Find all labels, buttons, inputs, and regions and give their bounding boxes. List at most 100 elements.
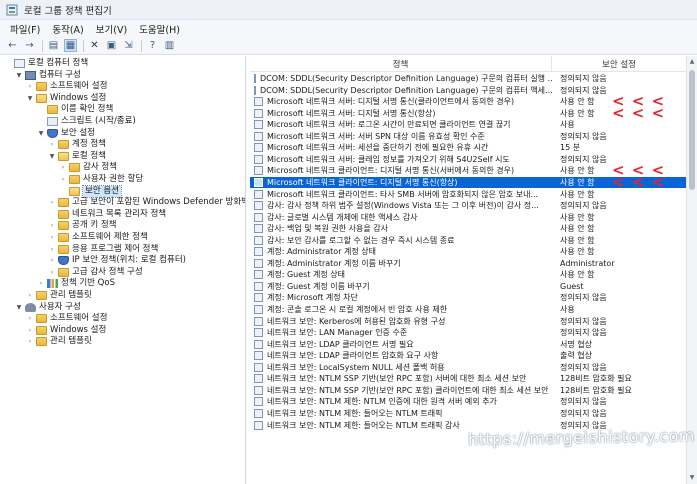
export-icon[interactable]: ⇲ — [122, 39, 135, 52]
security-setting-value: 정의되지 않음 — [560, 397, 607, 407]
tree-item[interactable]: › 관리 템플릿 — [26, 336, 92, 347]
column-header-setting[interactable]: 보안 설정 — [552, 56, 686, 72]
security-setting-value: 정의되지 않음 — [560, 328, 607, 338]
expand-toggle-icon[interactable]: › — [59, 162, 67, 173]
expand-toggle-icon[interactable]: › — [37, 278, 45, 289]
menu-action[interactable]: 동작(A) — [46, 22, 89, 36]
expand-toggle-icon[interactable]: › — [59, 174, 67, 185]
policy-item-icon — [254, 305, 263, 314]
tree-item[interactable]: › 관리 템플릿 — [26, 290, 92, 301]
policy-row[interactable]: 계정: 콘솔 로그온 시 로컬 계정에서 빈 암호 사용 제한 사용 — [250, 304, 686, 315]
tree-item[interactable]: › 응용 프로그램 제어 정책 — [48, 244, 158, 255]
folder-icon — [36, 325, 47, 335]
expand-toggle-icon[interactable]: › — [48, 220, 56, 231]
policy-row[interactable]: 감사: 감사 정책 하위 범주 설정(Windows Vista 또는 그 이후… — [250, 200, 686, 211]
tree-item[interactable]: 네트워크 목록 관리자 정책 — [48, 209, 166, 220]
folder-open-icon — [36, 93, 47, 103]
policy-row[interactable]: Microsoft 네트워크 서버: 세션을 중단하기 전에 필요한 유휴 시간… — [250, 142, 686, 153]
policy-row[interactable]: 계정: Microsoft 계정 차단 정의되지 않음 — [250, 292, 686, 303]
policy-row[interactable]: 네트워크 보안: LDAP 클라이언트 암호화 요구 사항 출력 협상 — [250, 350, 686, 361]
expand-toggle-icon[interactable]: ▼ — [37, 128, 45, 139]
policy-row[interactable]: DCOM: SDDL(Security Descriptor Definitio… — [250, 73, 686, 84]
tree-item-label: 고급 보안이 포함된 Windows Defender 방화벽 — [72, 197, 246, 208]
tree-item[interactable]: › 소프트웨어 설정 — [26, 81, 107, 92]
tree-item[interactable]: › 고급 감사 정책 구성 — [48, 267, 143, 278]
tree-item[interactable]: ▼ 보안 설정 — [37, 128, 95, 139]
scroll-thumb[interactable] — [689, 70, 695, 190]
menu-file[interactable]: 파일(F) — [4, 22, 46, 36]
expand-toggle-icon[interactable]: ▼ — [26, 93, 34, 104]
expand-toggle-icon[interactable]: › — [48, 197, 56, 208]
user-icon — [25, 302, 36, 312]
policy-row[interactable]: 네트워크 보안: LDAP 클라이언트 서명 필요 서명 협상 — [250, 339, 686, 350]
tree-item[interactable]: › 소프트웨어 제한 정책 — [48, 232, 148, 243]
policy-name: 계정: Administrator 계정 상태 — [267, 247, 377, 257]
tree-item[interactable]: ▼ 컴퓨터 구성 — [15, 70, 81, 81]
tree-item[interactable]: › 정책 기반 QoS — [37, 278, 115, 289]
policy-row[interactable]: 네트워크 보안: LAN Manager 인증 수준 정의되지 않음 — [250, 327, 686, 338]
tree-item[interactable]: › 감사 정책 — [59, 162, 117, 173]
expand-toggle-icon[interactable]: › — [26, 336, 34, 347]
policy-row[interactable]: 네트워크 보안: NTLM SSP 기반(보안 RPC 포함) 클라이언트에 대… — [250, 385, 686, 396]
properties-icon[interactable]: ▣ — [105, 39, 118, 52]
delete-icon[interactable]: ✕ — [88, 39, 101, 52]
tree-item[interactable]: › 사용자 권한 할당 — [59, 174, 143, 185]
back-icon[interactable]: ← — [6, 39, 19, 52]
policy-row[interactable]: 네트워크 보안: Kerberos에 허용된 암호화 유형 구성 정의되지 않음 — [250, 316, 686, 327]
policy-row[interactable]: Microsoft 네트워크 서버: 서버 SPN 대상 이름 유효성 확인 수… — [250, 131, 686, 142]
tree-item[interactable]: › 공개 키 정책 — [48, 220, 117, 231]
tree-item[interactable]: 스크립트 (시작/종료) — [37, 116, 136, 127]
tree-item[interactable]: › 계정 정책 — [48, 139, 106, 150]
security-setting-value: 128비트 암호화 필요 — [560, 385, 632, 395]
tree-item[interactable]: 로컬 컴퓨터 정책 — [4, 58, 88, 69]
expand-toggle-icon[interactable]: › — [26, 290, 34, 301]
tree-item[interactable]: › IP 보안 정책(위치: 로컬 컴퓨터) — [48, 255, 186, 266]
policy-row[interactable]: 네트워크 보안: NTLM SSP 기반(보안 RPC 포함) 서버에 대한 최… — [250, 373, 686, 384]
column-header-policy[interactable]: 정책 — [250, 56, 552, 72]
tree-item[interactable]: › 소프트웨어 설정 — [26, 313, 107, 324]
expand-toggle-icon[interactable]: › — [48, 232, 56, 243]
expand-toggle-icon[interactable]: › — [48, 244, 56, 255]
expand-toggle-icon[interactable]: ▼ — [15, 302, 23, 313]
vertical-scrollbar[interactable]: ▲ ▼ — [686, 56, 697, 484]
expand-toggle-icon[interactable]: › — [48, 267, 56, 278]
policy-row[interactable]: 계정: Guest 계정 이름 바꾸기 Guest — [250, 281, 686, 292]
expand-toggle-icon[interactable]: › — [26, 325, 34, 336]
tree-item-label: 이름 확인 정책 — [61, 104, 114, 115]
policy-row[interactable]: 네트워크 보안: NTLM 제한: NTLM 인증에 대한 원격 서버 예외 추… — [250, 396, 686, 407]
policy-row[interactable]: 네트워크 보안: NTLM 제한: 들어오는 NTLM 트래픽 정의되지 않음 — [250, 408, 686, 419]
scroll-down-icon[interactable]: ▼ — [687, 473, 697, 483]
expand-toggle-icon[interactable]: › — [48, 139, 56, 150]
policy-row[interactable]: 네트워크 보안: LocalSystem NULL 세션 폴백 허용 정의되지 않… — [250, 362, 686, 373]
expand-toggle-icon[interactable]: › — [26, 313, 34, 324]
forward-icon[interactable]: → — [23, 39, 36, 52]
tree-item-label: 스크립트 (시작/종료) — [61, 116, 136, 126]
policy-row[interactable]: 감사: 보안 감사를 로그할 수 없는 경우 즉시 시스템 종료 사용 안 함 — [250, 235, 686, 246]
policy-row[interactable]: 계정: Administrator 계정 이름 바꾸기 Administrator — [250, 258, 686, 269]
tree-item[interactable]: ▼ 사용자 구성 — [15, 302, 81, 313]
scroll-up-icon[interactable]: ▲ — [687, 57, 697, 67]
up-icon[interactable]: ▤ — [47, 39, 60, 52]
console-tree[interactable]: 로컬 컴퓨터 정책 ▼ 컴퓨터 구성 › 소프트웨어 설정 ▼ Windows 설정 이름 확… — [0, 56, 246, 484]
policy-cell: 네트워크 보안: LDAP 클라이언트 서명 필요 — [250, 339, 552, 350]
policy-item-icon — [254, 143, 263, 153]
menu-view[interactable]: 보기(V) — [90, 22, 133, 36]
policy-row[interactable]: 계정: Administrator 계정 상태 사용 안 함 — [250, 246, 686, 257]
tree-item[interactable]: › 고급 보안이 포함된 Windows Defender 방화벽 — [48, 197, 246, 208]
expand-toggle-icon[interactable]: ▼ — [48, 151, 56, 162]
expand-toggle-icon[interactable]: › — [26, 81, 34, 92]
policy-row[interactable]: 감사: 백업 및 복원 권한 사용을 감사 사용 안 함 — [250, 223, 686, 234]
view-icon[interactable]: ▥ — [163, 39, 176, 52]
expand-toggle-icon[interactable]: ▼ — [15, 70, 23, 81]
help-icon[interactable]: ? — [146, 39, 159, 52]
tree-item[interactable]: 이름 확인 정책 — [37, 104, 113, 115]
tree-item[interactable]: ▼ 로컬 정책 — [48, 151, 106, 162]
expand-toggle-icon[interactable]: › — [48, 255, 56, 266]
show-tree-icon[interactable]: ▦ — [64, 39, 77, 52]
tree-item[interactable]: › Windows 설정 — [26, 325, 106, 336]
policy-row[interactable]: 계정: Guest 계정 상태 사용 안 함 — [250, 269, 686, 280]
tree-item[interactable]: ▼ Windows 설정 — [26, 93, 106, 104]
menu-help[interactable]: 도움말(H) — [133, 22, 186, 36]
tree-item[interactable]: 보안 옵션 — [59, 184, 122, 198]
policy-row[interactable]: 감사: 글로벌 시스템 개체에 대한 액세스 감사 사용 안 함 — [250, 212, 686, 223]
